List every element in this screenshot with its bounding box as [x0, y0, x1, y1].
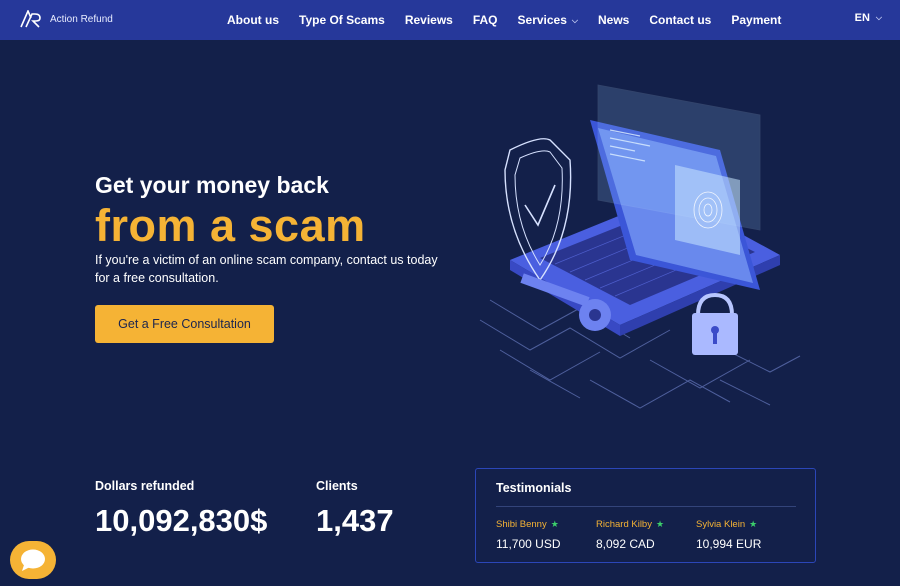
- nav-item-reviews[interactable]: Reviews: [405, 13, 453, 27]
- nav-label: Services: [517, 13, 567, 27]
- nav-item-news[interactable]: News: [598, 13, 629, 27]
- nav-item-about-us[interactable]: About us: [227, 13, 279, 27]
- divider: [496, 506, 796, 507]
- main-menu: About us Type Of Scams Reviews FAQ Servi…: [227, 0, 801, 40]
- nav-item-type-of-scams[interactable]: Type Of Scams: [299, 13, 385, 27]
- nav-label: Reviews: [404, 13, 453, 27]
- star-icon: ★: [749, 519, 758, 529]
- testimonial-item[interactable]: Sylvia Klein ★ 10,994 EUR: [696, 519, 761, 551]
- language-selector[interactable]: EN ⌵: [855, 12, 882, 24]
- laptop-security-illustration: [479, 84, 801, 409]
- testimonial-amount: 8,092 CAD: [596, 537, 655, 551]
- nav-label: About us: [227, 13, 279, 27]
- nav-label: Type Of Scams: [299, 13, 385, 27]
- hero-heading-line1: Get your money back: [95, 172, 329, 198]
- testimonial-item[interactable]: Richard Kilby ★ 8,092 CAD: [596, 519, 664, 551]
- hero-description: If you're a victim of an online scam com…: [95, 253, 438, 285]
- free-consultation-button[interactable]: Get a Free Consultation: [95, 305, 274, 343]
- nav-item-payment[interactable]: Payment: [731, 13, 781, 27]
- language-label: EN: [854, 12, 870, 24]
- hero-heading-line2: from a scam: [95, 200, 366, 251]
- chevron-down-icon: ⌵: [875, 13, 882, 22]
- nav-label: FAQ: [472, 13, 498, 27]
- chevron-down-icon: ⌵: [571, 16, 578, 25]
- testimonial-item[interactable]: Shibi Benny ★ 11,700 USD: [496, 519, 560, 551]
- nav-label: News: [597, 13, 630, 27]
- nav-label: Contact us: [649, 13, 712, 27]
- clients-label: Clients: [316, 479, 358, 493]
- top-nav: Action Refund About us Type Of Scams Rev…: [0, 0, 900, 40]
- nav-label: Payment: [731, 13, 782, 27]
- brand-name: Action Refund: [50, 13, 113, 25]
- star-icon: ★: [550, 519, 559, 529]
- chat-widget-button[interactable]: [10, 541, 56, 579]
- testimonial-name: Richard Kilby: [596, 519, 652, 530]
- testimonial-name: Sylvia Klein: [696, 519, 746, 530]
- clients-value: 1,437: [316, 503, 394, 538]
- star-icon: ★: [655, 519, 665, 529]
- testimonial-amount: 10,994 EUR: [696, 537, 762, 551]
- brand-logo[interactable]: Action Refund: [20, 10, 113, 28]
- nav-item-faq[interactable]: FAQ: [473, 13, 498, 27]
- testimonials-title: Testimonials: [496, 481, 572, 495]
- chat-bubble-icon: [21, 549, 45, 571]
- dollars-refunded-value: 10,092,830$: [95, 503, 268, 538]
- dollars-refunded-label: Dollars refunded: [95, 479, 195, 493]
- nav-item-services[interactable]: Services ⌵: [518, 13, 578, 27]
- testimonials-panel: Testimonials Shibi Benny ★ 11,700 USD Ric…: [475, 468, 816, 563]
- ar-logo-icon: [20, 10, 41, 28]
- nav-item-contact-us[interactable]: Contact us: [649, 13, 711, 27]
- testimonial-name: Shibi Benny: [496, 519, 547, 530]
- cta-label: Get a Free Consultation: [118, 317, 251, 331]
- testimonial-amount: 11,700 USD: [496, 537, 561, 551]
